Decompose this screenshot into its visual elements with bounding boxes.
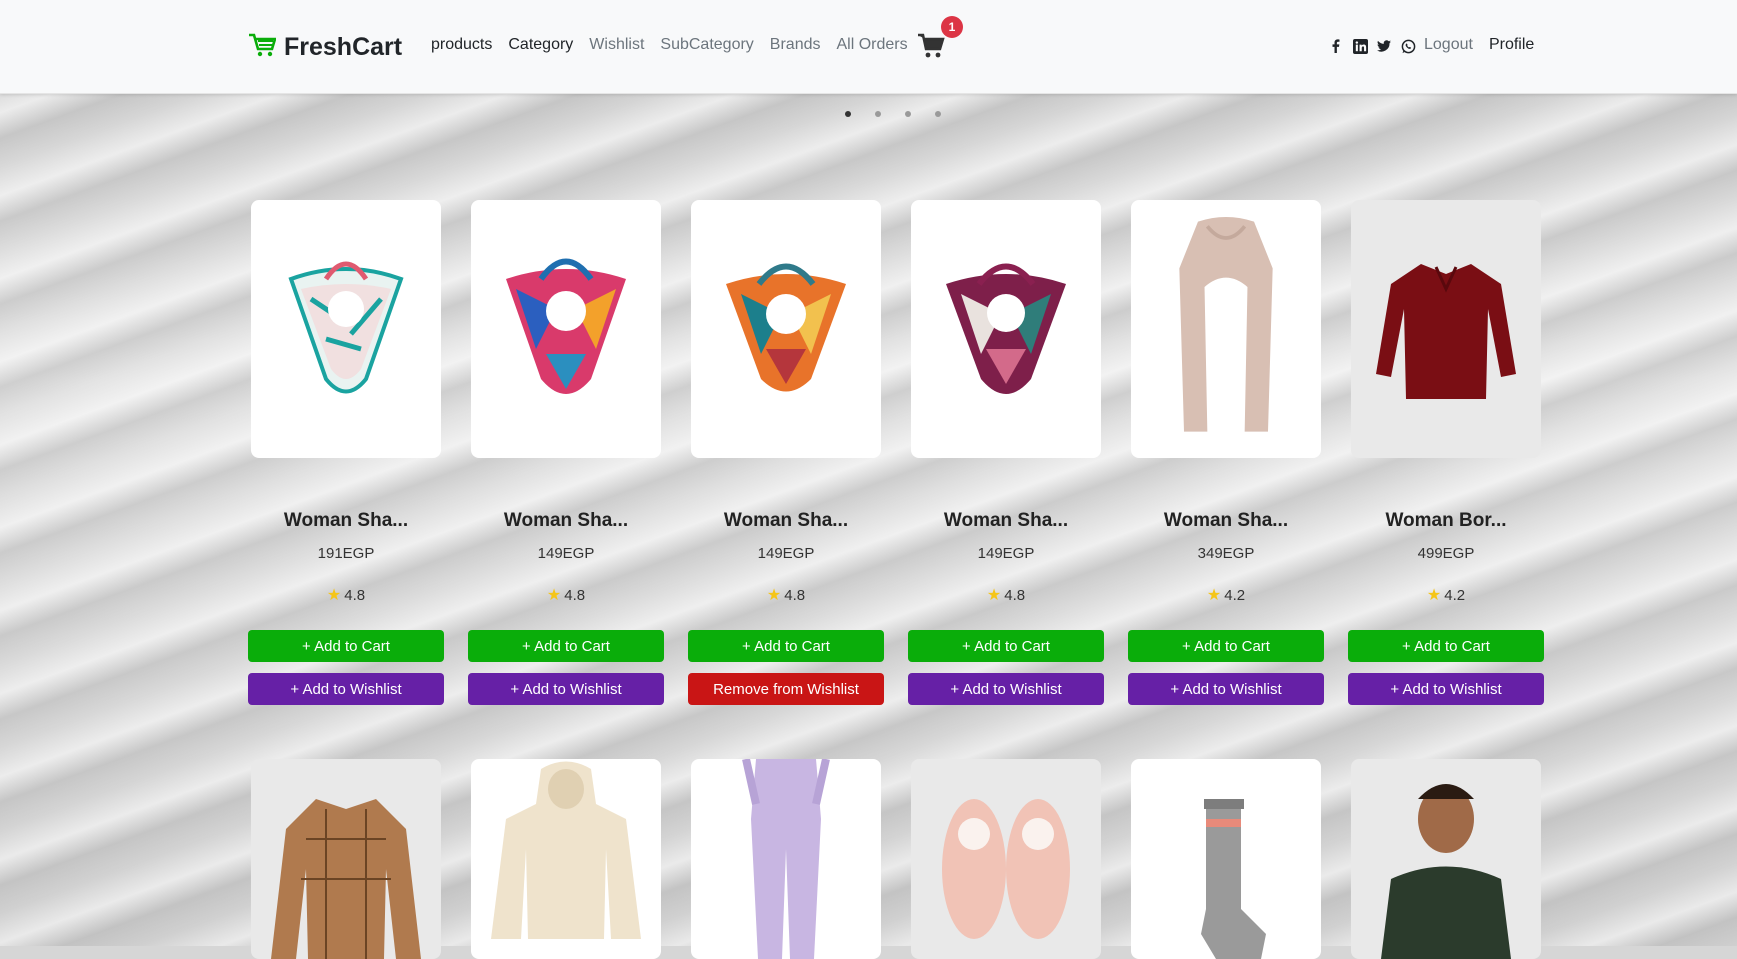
nav-products[interactable]: products <box>431 36 492 54</box>
rating-value: 4.8 <box>784 587 806 604</box>
product-rating: ★ 4.8 <box>908 585 1104 605</box>
nav-links: products Category Wishlist SubCategory B… <box>431 36 908 54</box>
product-image[interactable] <box>1131 759 1321 959</box>
product-image[interactable] <box>691 759 881 959</box>
product-image[interactable] <box>691 200 881 458</box>
star-icon: ★ <box>546 587 562 604</box>
product-rating: ★ 4.8 <box>468 585 664 605</box>
product-price: 499EGP <box>1417 545 1475 562</box>
product-image[interactable] <box>1131 200 1321 458</box>
star-icon: ★ <box>326 587 342 604</box>
nav-brands[interactable]: Brands <box>770 36 821 54</box>
social-links <box>1328 38 1416 54</box>
nav-logout[interactable]: Logout <box>1424 36 1473 54</box>
star-icon: ★ <box>986 587 1002 604</box>
star-icon: ★ <box>766 587 782 604</box>
brand-logo[interactable]: FreshCart <box>248 32 402 63</box>
navbar: FreshCart products Category Wishlist Sub… <box>0 0 1737 94</box>
twitter-icon[interactable] <box>1376 38 1392 54</box>
nav-wishlist[interactable]: Wishlist <box>589 36 644 54</box>
add-to-wishlist-button[interactable]: + Add to Wishlist <box>1128 673 1324 705</box>
product-name[interactable]: Woman Sha... <box>688 510 884 532</box>
star-icon: ★ <box>1426 587 1442 604</box>
product-rating: ★ 4.2 <box>1348 585 1544 605</box>
rating-value: 4.2 <box>1444 587 1466 604</box>
linkedin-icon[interactable] <box>1352 38 1368 54</box>
rating-value: 4.8 <box>1004 587 1026 604</box>
add-to-cart-button[interactable]: + Add to Cart <box>1128 630 1324 662</box>
product-name[interactable]: Woman Sha... <box>908 510 1104 532</box>
add-to-cart-button[interactable]: + Add to Cart <box>688 630 884 662</box>
nav-subcategory[interactable]: SubCategory <box>660 36 753 54</box>
product-price: 149EGP <box>977 545 1035 562</box>
product-image[interactable] <box>471 200 661 458</box>
nav-profile[interactable]: Profile <box>1489 36 1534 54</box>
nav-category[interactable]: Category <box>508 36 573 54</box>
product-image[interactable] <box>911 200 1101 458</box>
shopping-cart-icon[interactable] <box>917 32 945 60</box>
product-price: 191EGP <box>317 545 375 562</box>
product-rating: ★ 4.8 <box>688 585 884 605</box>
product-rating: ★ 4.8 <box>248 585 444 605</box>
star-icon: ★ <box>1206 587 1222 604</box>
add-to-cart-button[interactable]: + Add to Cart <box>908 630 1104 662</box>
rating-value: 4.8 <box>344 587 366 604</box>
product-image[interactable] <box>1351 200 1541 458</box>
add-to-wishlist-button[interactable]: + Add to Wishlist <box>1348 673 1544 705</box>
product-name[interactable]: Woman Sha... <box>468 510 664 532</box>
nav-account-links: Logout Profile <box>1424 36 1534 54</box>
slider-dot-1[interactable] <box>845 111 851 117</box>
whatsapp-icon[interactable] <box>1400 38 1416 54</box>
cart-count-badge: 1 <box>941 16 963 38</box>
add-to-cart-button[interactable]: + Add to Cart <box>1348 630 1544 662</box>
nav-all-orders[interactable]: All Orders <box>837 36 908 54</box>
add-to-wishlist-button[interactable]: + Add to Wishlist <box>908 673 1104 705</box>
slider-dot-3[interactable] <box>905 111 911 117</box>
product-image[interactable] <box>251 200 441 458</box>
product-price: 149EGP <box>537 545 595 562</box>
slider-dots <box>845 111 941 117</box>
slider-dot-4[interactable] <box>935 111 941 117</box>
product-name[interactable]: Woman Sha... <box>1128 510 1324 532</box>
product-price: 149EGP <box>757 545 815 562</box>
product-image[interactable] <box>911 759 1101 959</box>
add-to-wishlist-button[interactable]: + Add to Wishlist <box>468 673 664 705</box>
product-price: 349EGP <box>1197 545 1255 562</box>
rating-value: 4.8 <box>564 587 586 604</box>
product-image[interactable] <box>251 759 441 959</box>
product-image[interactable] <box>1351 759 1541 959</box>
cart-logo-icon <box>248 32 277 63</box>
add-to-cart-button[interactable]: + Add to Cart <box>248 630 444 662</box>
product-name[interactable]: Woman Sha... <box>248 510 444 532</box>
remove-from-wishlist-button[interactable]: Remove from Wishlist <box>688 673 884 705</box>
add-to-cart-button[interactable]: + Add to Cart <box>468 630 664 662</box>
product-image[interactable] <box>471 759 661 959</box>
brand-name: FreshCart <box>284 33 403 61</box>
product-rating: ★ 4.2 <box>1128 585 1324 605</box>
add-to-wishlist-button[interactable]: + Add to Wishlist <box>248 673 444 705</box>
facebook-icon[interactable] <box>1328 38 1344 54</box>
product-name[interactable]: Woman Bor... <box>1348 510 1544 532</box>
rating-value: 4.2 <box>1224 587 1246 604</box>
slider-dot-2[interactable] <box>875 111 881 117</box>
